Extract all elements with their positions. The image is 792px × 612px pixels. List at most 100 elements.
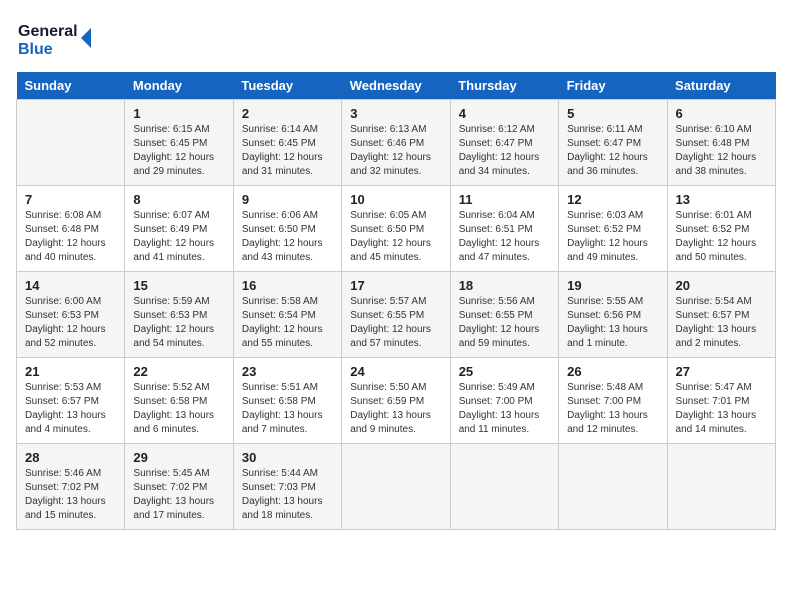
- day-info: Sunrise: 5:57 AM Sunset: 6:55 PM Dayligh…: [350, 295, 441, 351]
- day-info: Sunrise: 5:53 AM Sunset: 6:57 PM Dayligh…: [25, 381, 116, 437]
- day-number: 17: [350, 278, 441, 293]
- day-info: Sunrise: 5:46 AM Sunset: 7:02 PM Dayligh…: [25, 467, 116, 523]
- day-info: Sunrise: 5:50 AM Sunset: 6:59 PM Dayligh…: [350, 381, 441, 437]
- day-number: 7: [25, 192, 116, 207]
- col-header-friday: Friday: [559, 72, 667, 100]
- day-number: 4: [459, 106, 550, 121]
- day-number: 10: [350, 192, 441, 207]
- day-info: Sunrise: 6:13 AM Sunset: 6:46 PM Dayligh…: [350, 123, 441, 179]
- day-info: Sunrise: 5:52 AM Sunset: 6:58 PM Dayligh…: [133, 381, 224, 437]
- logo: GeneralBlue: [16, 16, 106, 60]
- cell-4-5: 25 Sunrise: 5:49 AM Sunset: 7:00 PM Dayli…: [450, 358, 558, 444]
- cell-4-4: 24 Sunrise: 5:50 AM Sunset: 6:59 PM Dayli…: [342, 358, 450, 444]
- day-info: Sunrise: 6:12 AM Sunset: 6:47 PM Dayligh…: [459, 123, 550, 179]
- day-number: 6: [676, 106, 767, 121]
- day-number: 28: [25, 450, 116, 465]
- day-info: Sunrise: 6:14 AM Sunset: 6:45 PM Dayligh…: [242, 123, 333, 179]
- day-info: Sunrise: 6:04 AM Sunset: 6:51 PM Dayligh…: [459, 209, 550, 265]
- day-info: Sunrise: 5:54 AM Sunset: 6:57 PM Dayligh…: [676, 295, 767, 351]
- cell-1-6: 5Sunrise: 6:11 AM Sunset: 6:47 PM Daylig…: [559, 100, 667, 186]
- day-number: 14: [25, 278, 116, 293]
- cell-2-5: 11 Sunrise: 6:04 AM Sunset: 6:51 PM Dayli…: [450, 186, 558, 272]
- cell-4-3: 23Sunrise: 5:51 AM Sunset: 6:58 PM Dayli…: [233, 358, 341, 444]
- cell-5-2: 29 Sunrise: 5:45 AM Sunset: 7:02 PM Dayli…: [125, 444, 233, 530]
- cell-5-3: 30 Sunrise: 5:44 AM Sunset: 7:03 PM Dayli…: [233, 444, 341, 530]
- day-number: 25: [459, 364, 550, 379]
- day-info: Sunrise: 6:08 AM Sunset: 6:48 PM Dayligh…: [25, 209, 116, 265]
- cell-4-7: 27 Sunrise: 5:47 AM Sunset: 7:01 PM Dayli…: [667, 358, 775, 444]
- day-number: 21: [25, 364, 116, 379]
- week-row-5: 28 Sunrise: 5:46 AM Sunset: 7:02 PM Dayli…: [17, 444, 776, 530]
- cell-3-6: 19Sunrise: 5:55 AM Sunset: 6:56 PM Dayli…: [559, 272, 667, 358]
- cell-2-1: 7 Sunrise: 6:08 AM Sunset: 6:48 PM Daylig…: [17, 186, 125, 272]
- day-number: 13: [676, 192, 767, 207]
- col-header-wednesday: Wednesday: [342, 72, 450, 100]
- cell-2-4: 10 Sunrise: 6:05 AM Sunset: 6:50 PM Dayli…: [342, 186, 450, 272]
- col-header-thursday: Thursday: [450, 72, 558, 100]
- day-number: 3: [350, 106, 441, 121]
- col-header-monday: Monday: [125, 72, 233, 100]
- col-header-tuesday: Tuesday: [233, 72, 341, 100]
- week-row-3: 14Sunrise: 6:00 AM Sunset: 6:53 PM Dayli…: [17, 272, 776, 358]
- day-info: Sunrise: 5:49 AM Sunset: 7:00 PM Dayligh…: [459, 381, 550, 437]
- week-row-1: 1 Sunrise: 6:15 AM Sunset: 6:45 PM Daylig…: [17, 100, 776, 186]
- day-info: Sunrise: 6:06 AM Sunset: 6:50 PM Dayligh…: [242, 209, 333, 265]
- svg-text:General: General: [18, 23, 78, 40]
- cell-1-4: 3 Sunrise: 6:13 AM Sunset: 6:46 PM Daylig…: [342, 100, 450, 186]
- day-number: 30: [242, 450, 333, 465]
- day-number: 1: [133, 106, 224, 121]
- day-number: 26: [567, 364, 658, 379]
- day-info: Sunrise: 6:01 AM Sunset: 6:52 PM Dayligh…: [676, 209, 767, 265]
- day-info: Sunrise: 6:03 AM Sunset: 6:52 PM Dayligh…: [567, 209, 658, 265]
- day-info: Sunrise: 5:56 AM Sunset: 6:55 PM Dayligh…: [459, 295, 550, 351]
- day-info: Sunrise: 5:47 AM Sunset: 7:01 PM Dayligh…: [676, 381, 767, 437]
- cell-5-5: [450, 444, 558, 530]
- cell-3-4: 17 Sunrise: 5:57 AM Sunset: 6:55 PM Dayli…: [342, 272, 450, 358]
- day-info: Sunrise: 5:48 AM Sunset: 7:00 PM Dayligh…: [567, 381, 658, 437]
- cell-1-2: 1 Sunrise: 6:15 AM Sunset: 6:45 PM Daylig…: [125, 100, 233, 186]
- cell-5-7: [667, 444, 775, 530]
- day-number: 9: [242, 192, 333, 207]
- cell-1-3: 2Sunrise: 6:14 AM Sunset: 6:45 PM Daylig…: [233, 100, 341, 186]
- cell-1-5: 4 Sunrise: 6:12 AM Sunset: 6:47 PM Daylig…: [450, 100, 558, 186]
- day-info: Sunrise: 6:11 AM Sunset: 6:47 PM Dayligh…: [567, 123, 658, 179]
- day-number: 20: [676, 278, 767, 293]
- cell-5-4: [342, 444, 450, 530]
- cell-2-7: 13 Sunrise: 6:01 AM Sunset: 6:52 PM Dayli…: [667, 186, 775, 272]
- cell-5-6: [559, 444, 667, 530]
- day-number: 27: [676, 364, 767, 379]
- header: GeneralBlue: [16, 16, 776, 60]
- svg-text:Blue: Blue: [18, 41, 53, 58]
- day-info: Sunrise: 6:15 AM Sunset: 6:45 PM Dayligh…: [133, 123, 224, 179]
- day-number: 18: [459, 278, 550, 293]
- day-number: 24: [350, 364, 441, 379]
- cell-2-3: 9 Sunrise: 6:06 AM Sunset: 6:50 PM Daylig…: [233, 186, 341, 272]
- day-number: 16: [242, 278, 333, 293]
- day-info: Sunrise: 6:07 AM Sunset: 6:49 PM Dayligh…: [133, 209, 224, 265]
- cell-2-6: 12 Sunrise: 6:03 AM Sunset: 6:52 PM Dayli…: [559, 186, 667, 272]
- day-info: Sunrise: 5:45 AM Sunset: 7:02 PM Dayligh…: [133, 467, 224, 523]
- day-number: 15: [133, 278, 224, 293]
- week-row-4: 21 Sunrise: 5:53 AM Sunset: 6:57 PM Dayli…: [17, 358, 776, 444]
- day-number: 29: [133, 450, 224, 465]
- day-info: Sunrise: 5:55 AM Sunset: 6:56 PM Dayligh…: [567, 295, 658, 351]
- day-number: 22: [133, 364, 224, 379]
- day-info: Sunrise: 5:58 AM Sunset: 6:54 PM Dayligh…: [242, 295, 333, 351]
- calendar-table: SundayMondayTuesdayWednesdayThursdayFrid…: [16, 72, 776, 530]
- cell-4-2: 22 Sunrise: 5:52 AM Sunset: 6:58 PM Dayli…: [125, 358, 233, 444]
- logo-svg: GeneralBlue: [16, 16, 106, 60]
- cell-1-7: 6Sunrise: 6:10 AM Sunset: 6:48 PM Daylig…: [667, 100, 775, 186]
- col-header-saturday: Saturday: [667, 72, 775, 100]
- cell-3-2: 15Sunrise: 5:59 AM Sunset: 6:53 PM Dayli…: [125, 272, 233, 358]
- cell-3-7: 20 Sunrise: 5:54 AM Sunset: 6:57 PM Dayli…: [667, 272, 775, 358]
- day-number: 12: [567, 192, 658, 207]
- cell-3-1: 14Sunrise: 6:00 AM Sunset: 6:53 PM Dayli…: [17, 272, 125, 358]
- cell-1-1: [17, 100, 125, 186]
- cell-3-3: 16 Sunrise: 5:58 AM Sunset: 6:54 PM Dayli…: [233, 272, 341, 358]
- cell-3-5: 18 Sunrise: 5:56 AM Sunset: 6:55 PM Dayli…: [450, 272, 558, 358]
- week-row-2: 7 Sunrise: 6:08 AM Sunset: 6:48 PM Daylig…: [17, 186, 776, 272]
- day-number: 11: [459, 192, 550, 207]
- day-info: Sunrise: 5:44 AM Sunset: 7:03 PM Dayligh…: [242, 467, 333, 523]
- header-row: SundayMondayTuesdayWednesdayThursdayFrid…: [17, 72, 776, 100]
- day-info: Sunrise: 6:05 AM Sunset: 6:50 PM Dayligh…: [350, 209, 441, 265]
